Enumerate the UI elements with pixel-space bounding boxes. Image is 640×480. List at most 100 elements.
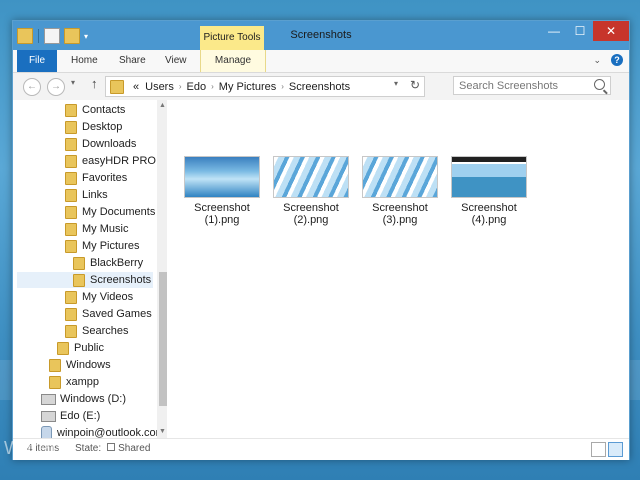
sidebar-item-onedrive-account[interactable]: winpoin@outlook.con [41, 425, 162, 438]
sidebar-item-label: Favorites [82, 172, 128, 184]
saved-games-folder-icon [65, 307, 77, 321]
sidebar-item-label: xampp [66, 376, 100, 388]
sidebar-item-label: Links [82, 189, 108, 201]
tab-home[interactable]: Home [71, 50, 98, 72]
sidebar-item-desktop[interactable]: Desktop [65, 119, 122, 135]
chevron-right-icon[interactable]: › [177, 82, 184, 91]
sidebar-item-label: Public [74, 342, 104, 354]
chevron-right-icon[interactable]: › [279, 82, 286, 91]
sidebar-item-saved-games[interactable]: Saved Games [65, 306, 152, 322]
sidebar-item-screenshots[interactable]: Screenshots [17, 272, 153, 288]
sidebar-item-blackberry[interactable]: BlackBerry [73, 255, 143, 271]
videos-folder-icon [65, 290, 77, 304]
contacts-folder-icon [65, 103, 77, 117]
explorer-window: ▾ Picture Tools Screenshots — ☐ ✕ File H… [12, 20, 630, 460]
tab-manage[interactable]: Manage [200, 50, 266, 72]
sidebar-item-label: Saved Games [82, 308, 152, 320]
sidebar-item-windows[interactable]: Windows [49, 357, 111, 373]
sidebar-item-my-music[interactable]: My Music [65, 221, 128, 237]
file-name-line: Screenshot [194, 202, 250, 214]
ribbon-options: ⌄ ? [593, 54, 623, 66]
navigation-bar: ← → ▾ ↑ « Users › Edo › My Pictures › Sc… [13, 73, 629, 100]
file-name-line: (4).png [471, 214, 507, 226]
sidebar-item-windows-d[interactable]: Windows (D:) [41, 391, 126, 407]
sidebar-item-label: My Documents [82, 206, 156, 218]
scroll-down-icon[interactable]: ▼ [159, 428, 166, 435]
file-list: Screenshot (1).png Screenshot (2).png Sc… [168, 100, 628, 438]
folder-icon [49, 375, 61, 389]
favorites-folder-icon [65, 171, 77, 185]
details-view-icon[interactable] [591, 442, 606, 457]
file-item[interactable]: Screenshot (4).png [449, 156, 529, 226]
file-name: Screenshot (2).png [271, 202, 351, 226]
sidebar-item-downloads[interactable]: Downloads [65, 136, 136, 152]
drive-icon [41, 393, 56, 405]
sidebar-item-label: Desktop [82, 121, 123, 133]
sidebar-item-searches[interactable]: Searches [65, 323, 128, 339]
sidebar-item-easyhdr[interactable]: easyHDR PRO 2 [65, 153, 165, 169]
breadcrumb-overflow[interactable]: « [130, 81, 142, 93]
breadcrumb-my-pictures[interactable]: My Pictures [216, 81, 279, 93]
sidebar-item-links[interactable]: Links [65, 187, 108, 203]
scroll-up-icon[interactable]: ▲ [159, 102, 166, 109]
sidebar-item-my-videos[interactable]: My Videos [65, 289, 133, 305]
sidebar-item-contacts[interactable]: Contacts [65, 102, 125, 118]
address-bar[interactable]: « Users › Edo › My Pictures › Screenshot… [105, 76, 425, 97]
minimize-button[interactable]: — [541, 21, 567, 41]
state-label: State: [75, 443, 102, 454]
chevron-right-icon[interactable]: › [209, 82, 216, 91]
music-folder-icon [65, 222, 77, 236]
sidebar-item-label: Windows (D:) [60, 393, 127, 405]
sidebar-scrollbar[interactable]: ▲ ▼ [157, 100, 167, 438]
breadcrumb-edo[interactable]: Edo [184, 81, 210, 93]
scrollbar-thumb[interactable] [159, 272, 167, 406]
breadcrumb-users[interactable]: Users [142, 81, 177, 93]
large-icons-view-icon[interactable] [608, 442, 623, 457]
desktop-folder-icon [65, 120, 77, 134]
sidebar-item-label: Windows [66, 359, 111, 371]
file-name-line: Screenshot [461, 202, 517, 214]
breadcrumb-screenshots[interactable]: Screenshots [286, 81, 353, 93]
forward-button[interactable]: → [47, 78, 65, 96]
back-button[interactable]: ← [23, 78, 41, 96]
folder-icon [57, 341, 69, 355]
tab-file[interactable]: File [17, 50, 57, 72]
up-arrow-icon[interactable]: ↑ [91, 76, 98, 91]
drive-icon [41, 410, 56, 422]
sidebar-item-favorites[interactable]: Favorites [65, 170, 127, 186]
sidebar-item-my-documents[interactable]: My Documents [65, 204, 155, 220]
refresh-icon[interactable]: ↻ [410, 78, 420, 92]
folder-icon [73, 256, 85, 270]
file-item[interactable]: Screenshot (2).png [271, 156, 351, 226]
sidebar-item-label: Searches [82, 325, 129, 337]
sidebar-item-label: easyHDR PRO 2 [82, 155, 166, 167]
sidebar-item-edo-e[interactable]: Edo (E:) [41, 408, 100, 424]
sidebar-item-label: Contacts [82, 104, 126, 116]
expand-ribbon-icon[interactable]: ⌄ [593, 55, 601, 66]
downloads-folder-icon [65, 137, 77, 151]
file-name-line: (1).png [204, 214, 240, 226]
file-name: Screenshot (4).png [449, 202, 529, 226]
title-bar: ▾ Picture Tools Screenshots — ☐ ✕ [13, 21, 629, 50]
address-history-icon[interactable]: ▾ [394, 79, 398, 88]
sidebar-item-label: winpoin@outlook.con [57, 427, 162, 438]
search-input[interactable]: Search Screenshots [453, 76, 611, 95]
close-button[interactable]: ✕ [593, 21, 629, 41]
sidebar-item-my-pictures[interactable]: My Pictures [65, 238, 139, 254]
file-item[interactable]: Screenshot (1).png [182, 156, 262, 226]
navigation-pane: Contacts Desktop Downloads easyHDR PRO 2… [17, 100, 167, 438]
file-item[interactable]: Screenshot (3).png [360, 156, 440, 226]
sidebar-item-xampp[interactable]: xampp [49, 374, 99, 390]
folder-icon [73, 273, 85, 287]
image-thumbnail [362, 156, 438, 198]
maximize-button[interactable]: ☐ [567, 21, 593, 41]
file-name: Screenshot (3).png [360, 202, 440, 226]
sidebar-item-public[interactable]: Public [57, 340, 104, 356]
help-icon[interactable]: ? [611, 54, 623, 66]
tab-share[interactable]: Share [119, 50, 146, 72]
pictures-folder-icon [65, 239, 77, 253]
sidebar-item-label: My Music [82, 223, 129, 235]
tab-view[interactable]: View [165, 50, 187, 72]
file-name: Screenshot (1).png [182, 202, 262, 226]
recent-locations-icon[interactable]: ▾ [71, 78, 75, 87]
